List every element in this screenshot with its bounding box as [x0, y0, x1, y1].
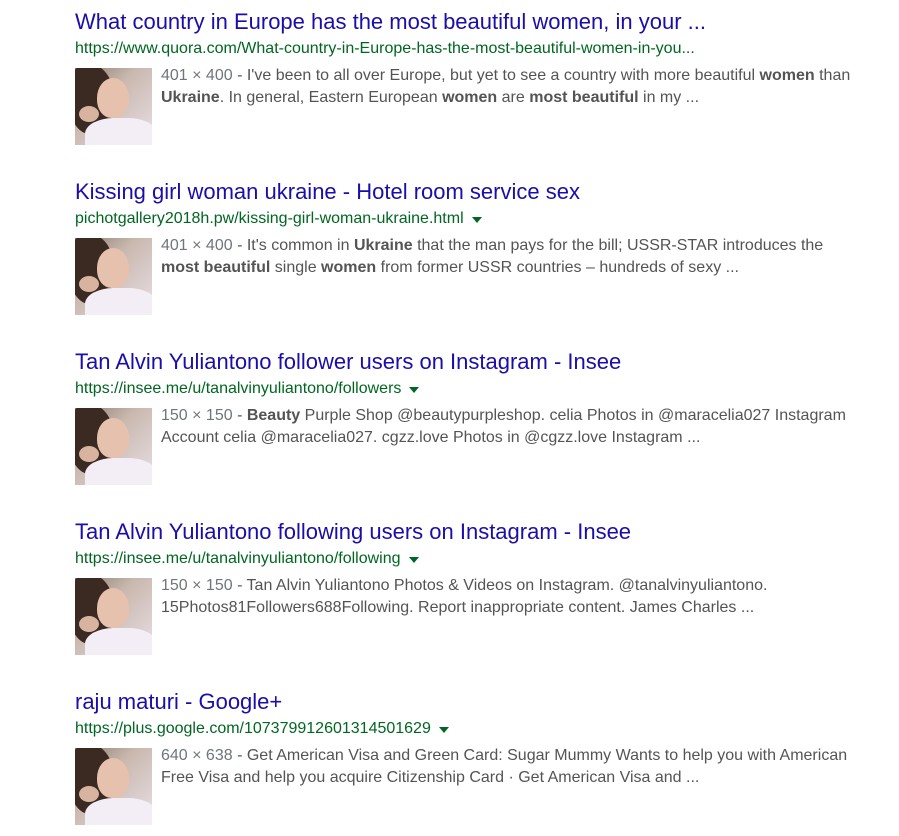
result-thumbnail[interactable] [75, 408, 152, 485]
snippet-text: . In general, Eastern European [219, 89, 443, 106]
snippet-highlight: Ukraine [161, 89, 220, 106]
result-snippet: 401 × 400 - It's common in Ukraine that … [161, 235, 851, 315]
result-body: 640 × 638 - Get American Visa and Green … [75, 745, 875, 825]
result-body: 150 × 150 - Beauty Purple Shop @beautypu… [75, 405, 875, 485]
snippet-text: single [270, 259, 322, 276]
snippet-text: - It's common in [232, 237, 354, 254]
result-snippet: 150 × 150 - Beauty Purple Shop @beautypu… [161, 405, 851, 485]
result-snippet: 150 × 150 - Tan Alvin Yuliantono Photos … [161, 575, 851, 655]
search-result: What country in Europe has the most beau… [75, 8, 875, 178]
snippet-highlight: Beauty [246, 407, 301, 424]
result-title-link[interactable]: Kissing girl woman ukraine - Hotel room … [75, 178, 875, 206]
snippet-text: - [232, 407, 247, 424]
snippet-text: that the man pays for the bill; USSR-STA… [412, 237, 824, 254]
result-thumbnail[interactable] [75, 748, 152, 825]
search-result: Kissing girl woman ukraine - Hotel room … [75, 178, 875, 348]
url-dropdown-arrow-icon[interactable] [408, 557, 419, 563]
snippet-text: than [814, 67, 851, 84]
result-body: 401 × 400 - I've been to all over Europe… [75, 65, 875, 145]
result-snippet: 640 × 638 - Get American Visa and Green … [161, 745, 851, 825]
image-dimensions: 401 × 400 [161, 67, 233, 84]
search-result: Tan Alvin Yuliantono follower users on I… [75, 348, 875, 518]
snippet-text: are [497, 89, 530, 106]
result-url[interactable]: https://www.quora.com/What-country-in-Eu… [75, 40, 695, 58]
snippet-highlight: women [321, 259, 377, 276]
snippet-highlight: most beautiful [529, 89, 639, 106]
result-url-row: pichotgallery2018h.pw/kissing-girl-woman… [75, 207, 875, 231]
result-thumbnail[interactable] [75, 578, 152, 655]
result-url-row: https://www.quora.com/What-country-in-Eu… [75, 37, 875, 61]
url-dropdown-arrow-icon[interactable] [409, 387, 420, 393]
snippet-highlight: women [442, 89, 498, 106]
image-dimensions: 401 × 400 [161, 237, 233, 254]
result-snippet: 401 × 400 - I've been to all over Europe… [161, 65, 851, 145]
result-url-row: https://plus.google.com/1073799126013145… [75, 717, 875, 741]
snippet-text: - Get American Visa and Green Card: Suga… [161, 747, 848, 786]
snippet-text: - I've been to all over Europe, but yet … [232, 67, 760, 84]
snippet-highlight: women [759, 67, 815, 84]
url-dropdown-arrow-icon[interactable] [471, 217, 482, 223]
snippet-text: in my ... [638, 89, 700, 106]
result-thumbnail[interactable] [75, 68, 152, 145]
result-url[interactable]: https://plus.google.com/1073799126013145… [75, 720, 431, 738]
image-dimensions: 150 × 150 [161, 577, 233, 594]
image-dimensions: 640 × 638 [161, 747, 233, 764]
result-thumbnail[interactable] [75, 238, 152, 315]
search-result: raju maturi - Google+ https://plus.googl… [75, 688, 875, 836]
result-body: 401 × 400 - It's common in Ukraine that … [75, 235, 875, 315]
result-url-row: https://insee.me/u/tanalvinyuliantono/fo… [75, 547, 875, 571]
url-dropdown-arrow-icon[interactable] [438, 727, 449, 733]
snippet-highlight: Ukraine [353, 237, 413, 254]
result-url[interactable]: https://insee.me/u/tanalvinyuliantono/fo… [75, 380, 401, 398]
result-title-link[interactable]: What country in Europe has the most beau… [75, 8, 875, 36]
image-dimensions: 150 × 150 [161, 407, 233, 424]
search-result: Tan Alvin Yuliantono following users on … [75, 518, 875, 688]
result-body: 150 × 150 - Tan Alvin Yuliantono Photos … [75, 575, 875, 655]
result-url[interactable]: pichotgallery2018h.pw/kissing-girl-woman… [75, 210, 464, 228]
result-url-row: https://insee.me/u/tanalvinyuliantono/fo… [75, 377, 875, 401]
result-title-link[interactable]: Tan Alvin Yuliantono follower users on I… [75, 348, 875, 376]
snippet-text: from former USSR countries – hundreds of… [376, 259, 739, 276]
result-title-link[interactable]: Tan Alvin Yuliantono following users on … [75, 518, 875, 546]
snippet-highlight: most beautiful [161, 259, 271, 276]
search-results-list: What country in Europe has the most beau… [75, 8, 875, 836]
snippet-text: - Tan Alvin Yuliantono Photos & Videos o… [161, 577, 768, 616]
result-url[interactable]: https://insee.me/u/tanalvinyuliantono/fo… [75, 550, 401, 568]
result-title-link[interactable]: raju maturi - Google+ [75, 688, 875, 716]
